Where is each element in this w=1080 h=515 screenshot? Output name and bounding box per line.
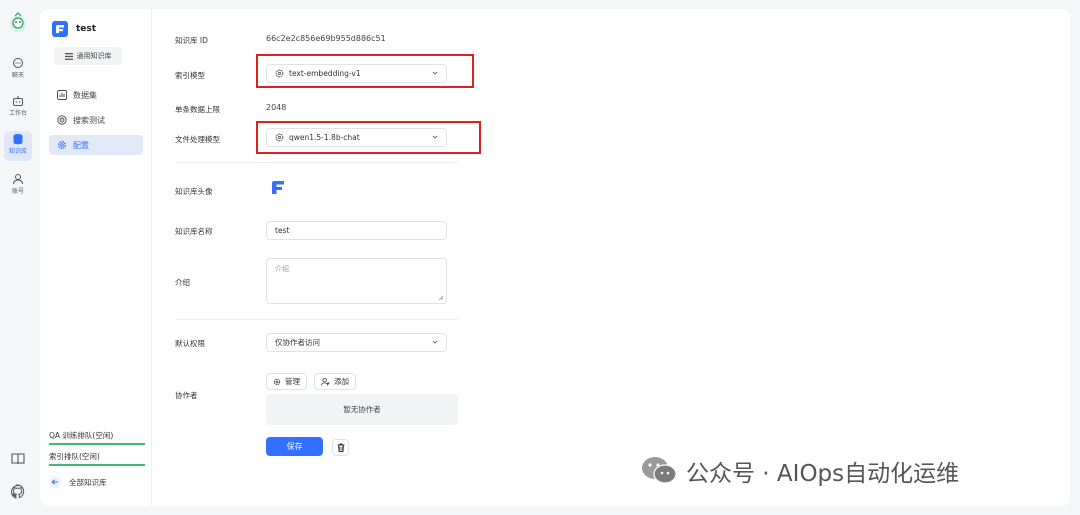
- back-to-all-kb[interactable]: 全部知识库: [49, 476, 107, 488]
- rail-item-label: 聊天: [11, 72, 24, 79]
- target-icon: [57, 115, 67, 125]
- kb-type-label: 通用知识库: [76, 52, 112, 60]
- kb-sidebar: test 通用知识库 数据集 搜索测试 配置 QA 训练排队(空闲) 索引排队(…: [40, 9, 152, 506]
- rail-item-label: 工作台: [8, 110, 27, 117]
- nav-item-search-test[interactable]: 搜索测试: [49, 110, 143, 130]
- add-user-icon: [321, 377, 330, 386]
- collaborator-label: 协作者: [175, 391, 198, 400]
- permission-label: 默认权限: [175, 339, 205, 348]
- nav-item-label: 数据集: [73, 90, 97, 100]
- nav-item-label: 配置: [73, 140, 89, 150]
- watermark-text: 公众号 · AIOps自动化运维: [686, 461, 960, 487]
- nav-item-label: 搜索测试: [73, 115, 105, 125]
- qa-queue-status: QA 训练排队(空闲): [49, 430, 145, 445]
- kb-header: test: [52, 21, 96, 37]
- kb-name: test: [76, 24, 97, 34]
- arrow-left-icon: [49, 476, 61, 488]
- chart-icon: [57, 90, 67, 100]
- back-label: 全部知识库: [69, 477, 107, 487]
- manage-label: 管理: [285, 377, 300, 386]
- kb-id-value: 66c2e2c856e69b955d886c51: [266, 34, 386, 43]
- trash-icon: [337, 443, 344, 452]
- kb-type-badge: 通用知识库: [54, 47, 122, 65]
- kb-id-label: 知识库 ID: [175, 36, 208, 45]
- app-rail: 聊天 工作台 知识库 账号: [0, 0, 36, 515]
- intro-label: 介绍: [175, 278, 190, 287]
- config-panel: 知识库 ID 66c2e2c856e69b955d886c51 索引模型 tex…: [152, 9, 1070, 506]
- kb-avatar-picker-icon[interactable]: [268, 177, 288, 197]
- collaborator-empty-state: 暂无协作者: [266, 394, 458, 425]
- kb-name-input-value: test: [275, 226, 290, 235]
- book-icon[interactable]: [10, 451, 26, 467]
- intro-placeholder: 介绍: [275, 265, 289, 273]
- robot-icon: [13, 96, 23, 106]
- gear-icon: [273, 378, 281, 385]
- gear-icon: [58, 141, 66, 149]
- resize-grip-icon[interactable]: [438, 295, 444, 301]
- add-label: 添加: [334, 377, 349, 386]
- highlight-box-file-model: [256, 121, 481, 154]
- wechat-icon: [642, 457, 677, 484]
- index-model-label: 索引模型: [175, 71, 205, 80]
- permission-value: 仅协作者访问: [275, 338, 320, 347]
- avatar-label: 知识库头像: [175, 187, 213, 196]
- index-queue-status: 索引排队(空闲): [49, 451, 145, 466]
- github-icon[interactable]: [10, 484, 26, 500]
- rail-item-account[interactable]: 账号: [4, 171, 32, 201]
- rail-item-label: 知识库: [8, 148, 27, 155]
- manage-button[interactable]: 管理: [266, 373, 307, 390]
- kb-name-label: 知识库名称: [175, 227, 213, 236]
- database-icon: [13, 134, 23, 145]
- divider: [175, 319, 458, 320]
- nav-item-config[interactable]: 配置: [49, 135, 143, 155]
- file-model-label: 文件处理模型: [175, 135, 220, 144]
- rail-item-knowledge[interactable]: 知识库: [4, 131, 32, 161]
- kb-avatar-icon: [52, 21, 68, 37]
- delete-button[interactable]: [332, 439, 349, 456]
- rail-item-chat[interactable]: 聊天: [4, 55, 32, 85]
- user-icon: [13, 174, 23, 185]
- permission-select[interactable]: 仅协作者访问: [266, 333, 447, 352]
- max-data-label: 单条数据上限: [175, 105, 220, 114]
- list-icon: [64, 52, 73, 60]
- add-collaborator-button[interactable]: 添加: [314, 373, 356, 390]
- chat-icon: [13, 58, 23, 68]
- chevron-down-icon: [432, 340, 438, 344]
- app-logo-icon[interactable]: [8, 12, 28, 34]
- max-data-value: 2048: [266, 103, 287, 112]
- kb-name-input[interactable]: test: [266, 221, 447, 240]
- nav-item-dataset[interactable]: 数据集: [49, 85, 143, 105]
- divider: [175, 162, 458, 163]
- watermark: 公众号 · AIOps自动化运维: [640, 454, 959, 488]
- intro-textarea[interactable]: 介绍: [266, 258, 447, 304]
- rail-item-workbench[interactable]: 工作台: [4, 93, 32, 123]
- rail-item-label: 账号: [11, 188, 24, 195]
- highlight-box-index-model: [256, 54, 474, 88]
- save-button[interactable]: 保存: [266, 437, 323, 456]
